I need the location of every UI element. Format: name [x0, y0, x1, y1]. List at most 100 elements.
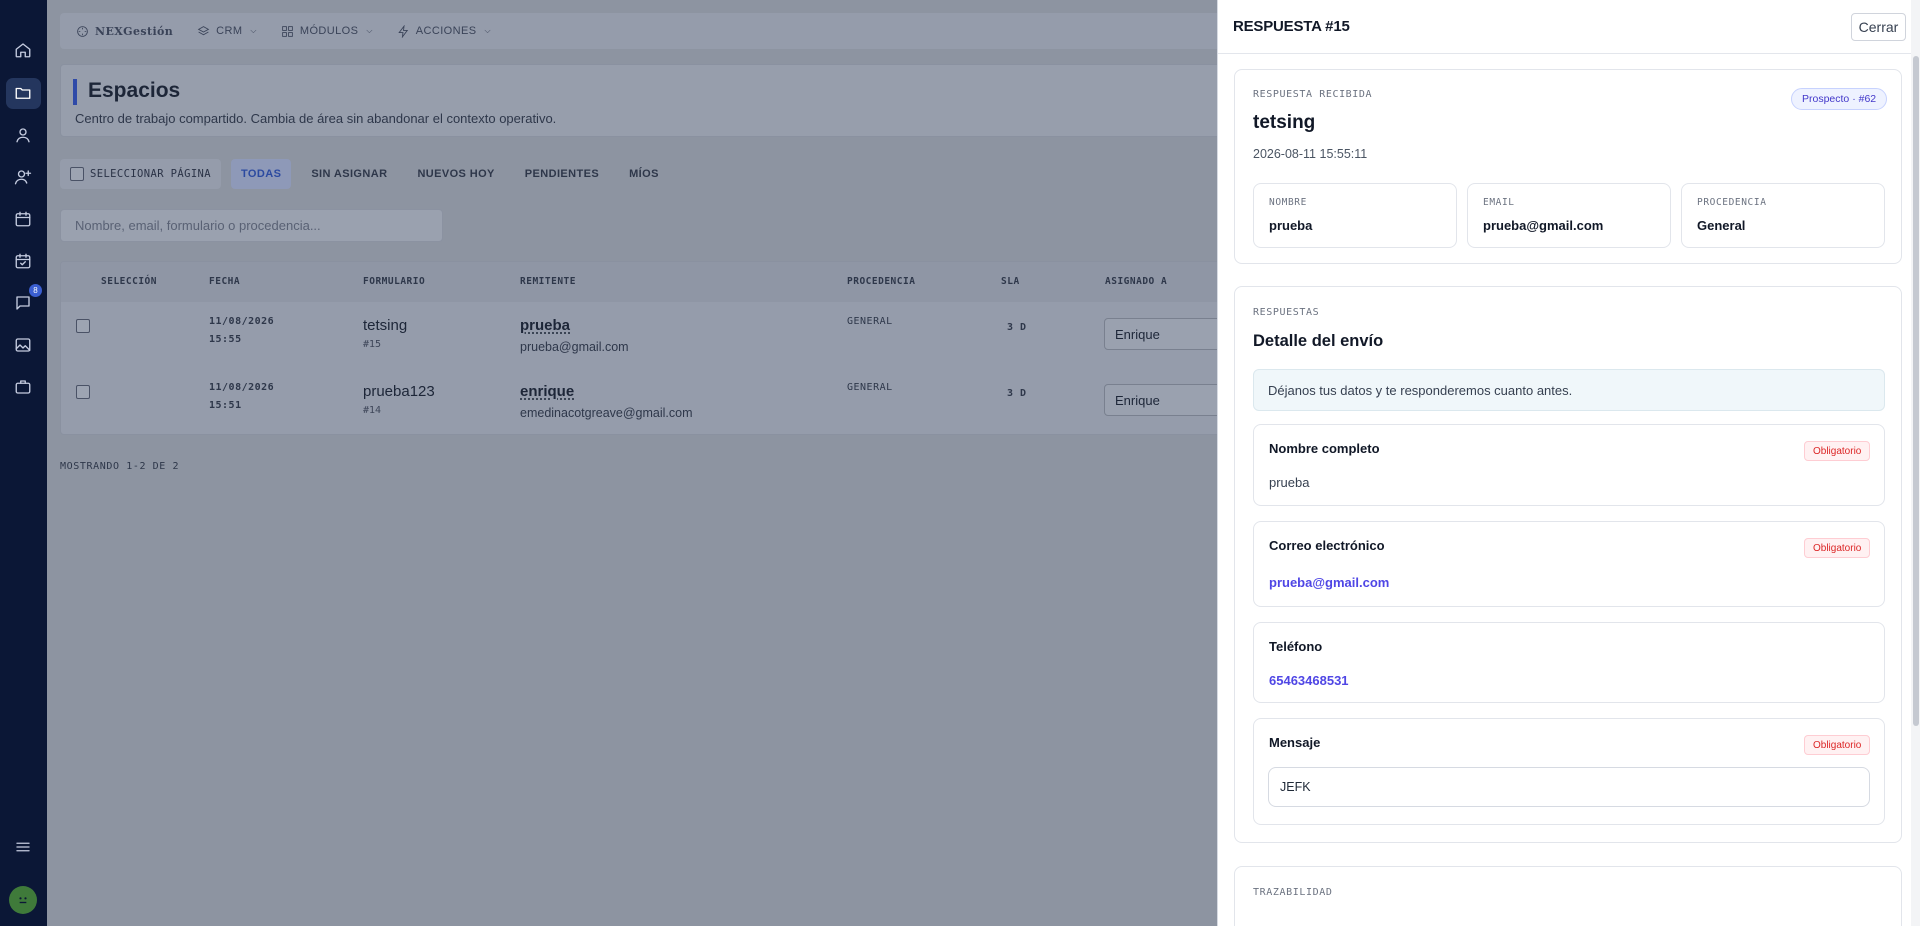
- field-value: prueba: [1269, 475, 1310, 490]
- form-intro: Déjanos tus datos y te responderemos cua…: [1253, 369, 1885, 411]
- field-telefono: Teléfono 65463468531: [1253, 622, 1885, 703]
- page-header: Espacios Centro de trabajo compartido. C…: [60, 64, 1250, 137]
- face-icon: [19, 897, 27, 904]
- row-checkbox[interactable]: [76, 319, 90, 333]
- phone-link[interactable]: 65463468531: [1269, 673, 1349, 688]
- row-sender-name[interactable]: enrique: [520, 383, 693, 400]
- meta-nombre-value: prueba: [1269, 218, 1313, 233]
- calendar-icon[interactable]: [12, 208, 34, 230]
- row-time: 15:55: [209, 334, 242, 345]
- tab-pendientes[interactable]: PENDIENTES: [515, 159, 609, 189]
- row-checkbox[interactable]: [76, 385, 90, 399]
- table-row[interactable]: 11/08/2026 15:51 prueba123 #14 enrique e…: [61, 375, 1249, 434]
- col-procedencia: PROCEDENCIA: [847, 276, 916, 287]
- page-title: Espacios: [88, 79, 181, 102]
- page-subtitle: Centro de trabajo compartido. Cambia de …: [75, 111, 557, 126]
- row-form-name: tetsing: [363, 317, 408, 334]
- sidebar: 8: [0, 0, 47, 926]
- field-mensaje: Mensaje Obligatorio JEFK: [1253, 718, 1885, 825]
- scrollbar-thumb[interactable]: [1913, 56, 1919, 726]
- field-label: Nombre completo: [1269, 441, 1380, 456]
- chat-badge: 8: [29, 284, 42, 297]
- home-icon[interactable]: [12, 39, 34, 61]
- close-button[interactable]: Cerrar: [1851, 13, 1906, 41]
- row-form-name: prueba123: [363, 383, 435, 400]
- email-link[interactable]: prueba@gmail.com: [1269, 575, 1389, 590]
- tab-todas[interactable]: TODAS: [231, 159, 292, 189]
- meta-procedencia-value: General: [1697, 218, 1746, 233]
- folder-icon[interactable]: [12, 82, 34, 104]
- col-remitente: REMITENTE: [520, 276, 576, 287]
- filter-bar: SELECCIONAR PÁGINA TODAS SIN ASIGNAR NUE…: [60, 158, 669, 190]
- row-sender-email: emedinacotgreave@gmail.com: [520, 406, 693, 420]
- select-page-toggle[interactable]: SELECCIONAR PÁGINA: [60, 159, 221, 189]
- user-plus-icon[interactable]: [12, 166, 34, 188]
- field-label: Correo electrónico: [1269, 538, 1385, 553]
- nav-modulos-label: MÓDULOS: [299, 25, 359, 37]
- col-formulario: FORMULARIO: [363, 276, 426, 287]
- topbar: NEXGestión CRM ⌵ MÓDULOS ⌵ ACCIONES ⌵: [60, 13, 1250, 49]
- required-badge: Obligatorio: [1804, 735, 1871, 755]
- drawer-title: RESPUESTA #15: [1233, 18, 1350, 35]
- pagination-summary: MOSTRANDO 1-2 DE 2: [60, 461, 180, 472]
- select-page-label: SELECCIONAR PÁGINA: [90, 168, 211, 180]
- prospect-badge[interactable]: Prospecto · #62: [1791, 88, 1888, 110]
- traceability-card: TRAZABILIDAD: [1234, 866, 1902, 926]
- row-sla: 3 D: [1007, 322, 1027, 333]
- received-card: RESPUESTA RECIBIDA Prospecto · #62 tetsi…: [1234, 69, 1902, 264]
- tab-nuevos-hoy[interactable]: NUEVOS HOY: [407, 159, 504, 189]
- row-date: 11/08/2026: [209, 316, 275, 327]
- select-page-checkbox[interactable]: [70, 167, 84, 181]
- row-form-id: #14: [363, 405, 382, 416]
- traceability-eyebrow: TRAZABILIDAD: [1253, 887, 1333, 898]
- row-sender-name[interactable]: prueba: [520, 317, 629, 334]
- field-correo: Correo electrónico Obligatorio prueba@gm…: [1253, 521, 1885, 607]
- received-eyebrow: RESPUESTA RECIBIDA: [1253, 89, 1373, 100]
- brand-name: NEXGestión: [95, 24, 174, 38]
- row-form: tetsing #15: [363, 317, 407, 350]
- chevron-down-icon: ⌵: [366, 26, 373, 35]
- response-form-name: tetsing: [1253, 112, 1316, 133]
- row-time: 15:51: [209, 400, 242, 411]
- image-icon[interactable]: [12, 334, 34, 356]
- nav-acciones[interactable]: ACCIONES ⌵: [397, 24, 491, 38]
- brand[interactable]: NEXGestión: [76, 25, 173, 38]
- menu-icon[interactable]: [12, 836, 34, 858]
- briefcase-icon[interactable]: [12, 376, 34, 398]
- row-form-id: #15: [363, 339, 382, 350]
- nav-crm[interactable]: CRM ⌵: [197, 25, 257, 38]
- calendar-check-icon[interactable]: [12, 250, 34, 272]
- user-icon[interactable]: [12, 124, 34, 146]
- search-input[interactable]: Nombre, email, formulario o procedencia.…: [60, 209, 443, 242]
- chevron-down-icon: ⌵: [484, 26, 491, 35]
- col-asignado: ASIGNADO A: [1105, 276, 1168, 287]
- field-label: Mensaje: [1269, 735, 1321, 750]
- meta-procedencia: PROCEDENCIA General: [1681, 183, 1885, 248]
- bolt-icon: [398, 24, 408, 38]
- row-assign-select[interactable]: Enrique: [1104, 384, 1224, 416]
- row-origin: GENERAL: [847, 316, 893, 327]
- col-seleccion: SELECCIÓN: [101, 276, 157, 287]
- accent-bar: [73, 79, 77, 105]
- grid-icon: [282, 25, 293, 37]
- row-datetime: 11/08/2026 15:51: [209, 379, 274, 415]
- layers-icon: [197, 25, 210, 35]
- compass-icon: [77, 25, 88, 37]
- drawer-header: RESPUESTA #15 Cerrar: [1218, 0, 1920, 54]
- required-badge: Obligatorio: [1804, 441, 1871, 461]
- required-badge: Obligatorio: [1804, 538, 1871, 558]
- response-timestamp: 2026-08-11 15:55:11: [1253, 147, 1368, 161]
- row-sender: enrique emedinacotgreave@gmail.com: [520, 383, 693, 420]
- tab-mios[interactable]: MÍOS: [619, 159, 669, 189]
- table-row[interactable]: 11/08/2026 15:55 tetsing #15 prueba prue…: [61, 309, 1249, 375]
- nav-crm-label: CRM: [216, 25, 243, 37]
- message-value: JEFK: [1268, 767, 1870, 807]
- meta-procedencia-label: PROCEDENCIA: [1697, 197, 1767, 208]
- avatar[interactable]: [9, 886, 37, 914]
- response-drawer: RESPUESTA #15 Cerrar RESPUESTA RECIBIDA …: [1217, 0, 1920, 926]
- answers-eyebrow: RESPUESTAS: [1253, 307, 1320, 318]
- nav-modulos[interactable]: MÓDULOS ⌵: [281, 25, 373, 38]
- tab-sin-asignar[interactable]: SIN ASIGNAR: [301, 159, 397, 189]
- meta-email-value: prueba@gmail.com: [1483, 218, 1604, 233]
- row-assign-select[interactable]: Enrique: [1104, 318, 1224, 350]
